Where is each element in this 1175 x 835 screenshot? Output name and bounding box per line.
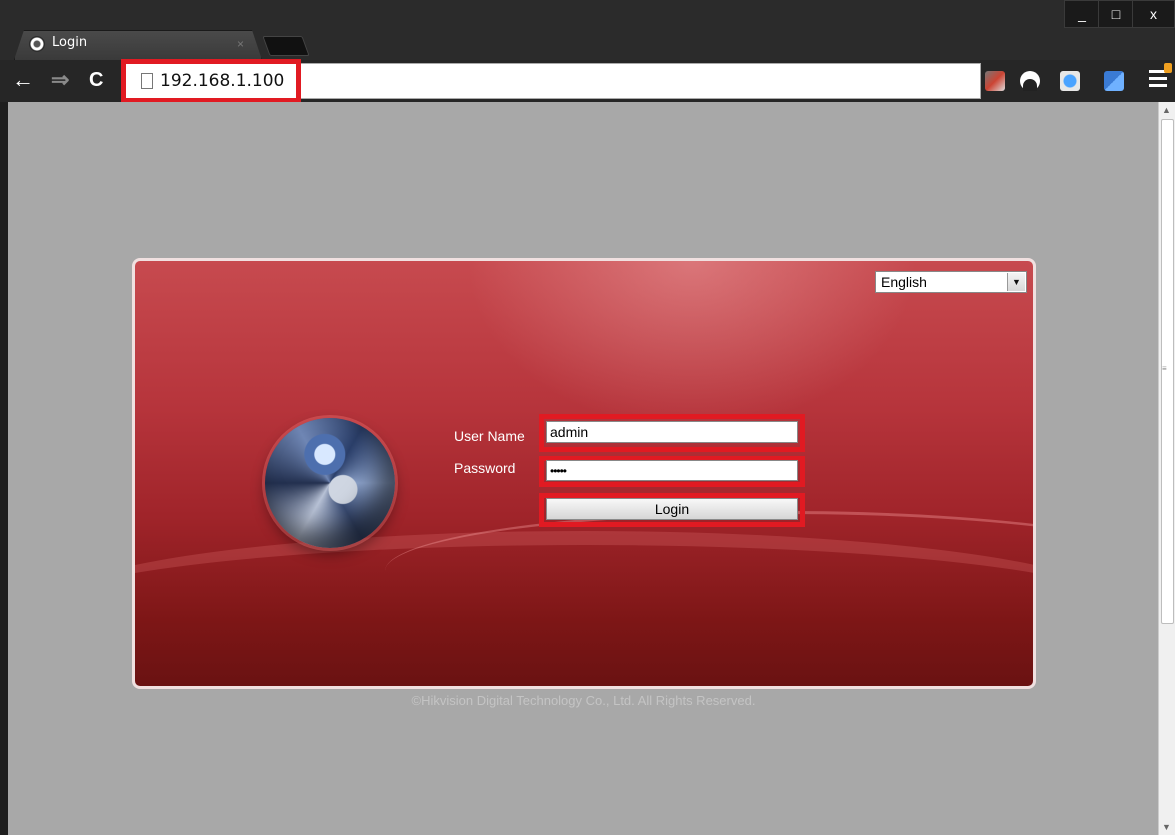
address-bar[interactable]: 192.168.1.100 [121, 63, 981, 99]
password-label: Password [454, 460, 516, 476]
language-select[interactable]: English ▼ [875, 271, 1027, 293]
tab-favicon-icon [29, 36, 45, 52]
scroll-down-icon[interactable]: ▼ [1162, 822, 1171, 832]
reload-icon[interactable]: C [89, 68, 103, 92]
minimize-button[interactable]: _ [1064, 0, 1100, 28]
camera-globe-logo [265, 418, 395, 548]
username-input[interactable]: admin [546, 421, 798, 443]
browser-titlebar: Login × _ □ x [0, 0, 1175, 60]
login-panel: English ▼ User Name Password admin •••••… [132, 258, 1036, 689]
new-tab-button[interactable] [262, 36, 310, 56]
forward-arrow-icon[interactable]: ⇒ [51, 68, 69, 92]
close-window-button[interactable]: x [1132, 0, 1175, 28]
scroll-up-icon[interactable]: ▲ [1162, 105, 1171, 115]
ie-tab-icon[interactable] [1060, 71, 1080, 91]
url-text: 192.168.1.100 [160, 71, 285, 91]
update-badge-icon [1164, 63, 1172, 73]
back-arrow-icon[interactable]: ← [12, 68, 34, 92]
vertical-scrollbar[interactable]: ▲ ≡ ▼ [1158, 102, 1175, 835]
tab-close-icon[interactable]: × [237, 37, 244, 51]
browser-tab[interactable]: Login × [14, 30, 262, 60]
copyright-footer: ©Hikvision Digital Technology Co., Ltd. … [411, 693, 756, 708]
menu-icon[interactable] [1149, 70, 1167, 90]
tab-title: Login [52, 35, 88, 50]
chevron-down-icon[interactable]: ▼ [1007, 273, 1025, 291]
extension-icon-1[interactable] [985, 71, 1005, 91]
language-value: English [881, 274, 927, 290]
username-label: User Name [454, 428, 525, 444]
extension-icon-2[interactable] [1020, 71, 1040, 91]
translate-icon[interactable] [1104, 71, 1124, 91]
maximize-button[interactable]: □ [1098, 0, 1134, 28]
page-icon [141, 73, 153, 89]
password-input[interactable]: ••••• [546, 460, 798, 481]
scroll-grip-icon: ≡ [1162, 364, 1167, 373]
login-button[interactable]: Login [546, 498, 798, 520]
